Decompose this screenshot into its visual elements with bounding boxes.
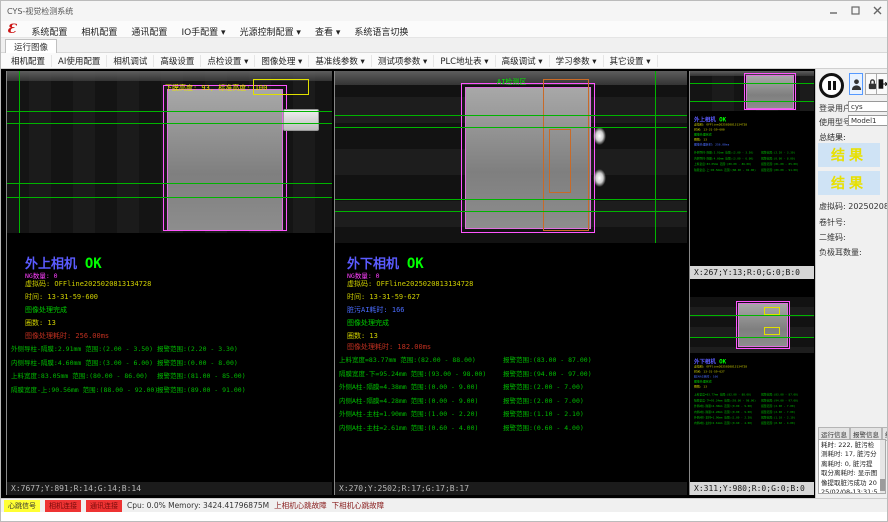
needle-number-field: 卷针号: — [819, 217, 846, 228]
toolbar-item[interactable]: 高级调试 ▾ — [496, 55, 550, 67]
result-block-upper: 结果 — [818, 143, 880, 167]
measurement-row: 隔膜宽度-上:90.56mm 范围:(88.00 - 92.00) 报警范围:(… — [7, 384, 332, 398]
pause-button[interactable] — [819, 73, 844, 98]
toolbar-item[interactable]: 高级设置 — [154, 55, 201, 67]
main-area: 下膜高度: 93, 标准高度: 100 外上相机 OK NG数量: 0 虚拟码:… — [1, 69, 815, 498]
menu-item[interactable]: 通讯配置 — [124, 28, 174, 38]
result-block-lower: 结果 — [818, 171, 880, 195]
measurement-row: 内侧导柱-隔膜:4.60mm 范围:(3.00 - 6.00) 报警范围:(0.… — [7, 357, 332, 371]
lower-camera-status: 下相机心跳故障 — [332, 500, 385, 511]
loop-count: 圈数: 13 — [347, 331, 378, 341]
ai-zone-label: AI检测区 — [497, 77, 526, 87]
capture-time: 时间: 13-31-59-627 — [347, 292, 420, 302]
toolbar-item[interactable]: 相机调试 — [107, 55, 154, 67]
menu-item[interactable]: 系统语言切换 — [347, 28, 415, 38]
process-done: 图像处理完成 — [347, 318, 389, 328]
user-button[interactable] — [849, 73, 863, 95]
measurement-row: 外侧A柱-隔膜=4.38mm 范围:(0.00 - 9.00) 报警范围:(2.… — [335, 381, 687, 395]
qr-code-field: 二维码: — [819, 232, 846, 243]
tab-strip: 运行图像 — [1, 38, 888, 53]
comm-connect-badge: 通讯连接 — [86, 500, 122, 512]
model-value[interactable]: Model1 — [848, 115, 888, 126]
virtual-code: 虚拟码: OFFline2025020813134728 — [347, 279, 473, 289]
menu-item[interactable]: 光源控制配置 ▾ — [233, 28, 308, 38]
window-title: CYS-视觉检测系统 — [7, 6, 73, 17]
toolbar-item[interactable]: 学习参数 ▾ — [550, 55, 604, 67]
menu-item[interactable]: 查看 ▾ — [308, 28, 347, 38]
tab-run-image[interactable]: 运行图像 — [5, 39, 57, 53]
pixel-readout-upper: X:7677;Y:891;R:14;G:14;B:14 — [7, 482, 332, 495]
measurement-row: 外侧A柱-主柱=1.90mm 范围:(1.00 - 2.20) 报警范围:(1.… — [335, 408, 687, 422]
close-icon[interactable] — [869, 4, 885, 17]
measurement-row: 外侧导柱-隔膜:2.91mm 范围:(2.00 - 3.50) 报警范围:(2.… — [7, 343, 332, 357]
log-scrollbar[interactable] — [880, 440, 885, 493]
pixel-readout-thumb-lower: X:311;Y:980;R:0;G:0;B:0 — [690, 482, 814, 495]
menu-item[interactable]: 系统配置 — [24, 28, 74, 38]
exit-button[interactable] — [876, 73, 888, 95]
pixel-readout-lower: X:270;Y:2502;R:17;G:17;B:17 — [335, 482, 687, 495]
menu-bar: Ɛ 系统配置相机配置通讯配置IO手配置 ▾光源控制配置 ▾查看 ▾系统语言切换 — [1, 21, 888, 38]
process-done: 图像处理完成 — [25, 305, 67, 315]
pixel-readout-thumb-upper: X:267;Y:13;R:0;G:0;B:0 — [690, 266, 814, 279]
height-annotation: 下膜高度: 93, 标准高度: 100 — [165, 83, 267, 93]
toolbar-item[interactable]: AI使用配置 — [52, 55, 107, 67]
camera-image-upper[interactable]: 下膜高度: 93, 标准高度: 100 — [7, 71, 332, 233]
thumbnail-lower[interactable]: 外下相机 OK 虚拟码: OFFline2025020813134728 时间:… — [690, 297, 814, 495]
camera-view-lower[interactable]: AI检测区 外下相机 OK NG数量: 0 虚拟码: OFFline202502… — [334, 71, 687, 495]
log-box[interactable]: 耗时: 222, 脏污检测耗时: 17, 脏污分离耗时: 0, 脏污提取分离耗时… — [818, 439, 886, 494]
toolbar: 相机配置AI使用配置相机调试高级设置点检设置 ▾图像处理 ▾基准线参数 ▾测试项… — [1, 53, 888, 69]
cpu-memory-readout: Cpu: 0.0% Memory: 3424.41796875M — [127, 501, 269, 510]
camera-connect-badge: 相机连接 — [45, 500, 81, 512]
virtual-code-field: 虚拟码: 20250208 — [819, 201, 888, 212]
process-elapsed: 图像处理耗时: 182.00ms — [347, 342, 431, 352]
toolbar-item[interactable]: 测试项参数 ▾ — [372, 55, 434, 67]
minimize-icon[interactable] — [825, 4, 841, 17]
process-elapsed: 图像处理耗时: 256.00ms — [25, 331, 109, 341]
menu-item[interactable]: 相机配置 — [74, 28, 124, 38]
upper-camera-status: 上相机心跳故障 — [274, 500, 327, 511]
right-sidebar: 登录用户: cys 使用型号: Model1 总结果: 结果 结果 虚拟码: 2… — [815, 69, 888, 498]
app-window: CYS-视觉检测系统 Ɛ 系统配置相机配置通讯配置IO手配置 ▾光源控制配置 ▾… — [0, 0, 888, 522]
capture-time: 时间: 13-31-59-600 — [25, 292, 98, 302]
toolbar-item[interactable]: 基准线参数 ▾ — [309, 55, 371, 67]
exit-door-icon — [877, 78, 888, 90]
toolbar-item[interactable]: 其它设置 ▾ — [604, 55, 658, 67]
thumbnail-column: 外上相机 OK 虚拟码: OFFline2025020813134728 时间:… — [689, 71, 813, 495]
total-result-label: 总结果: — [819, 132, 846, 143]
menu-item[interactable]: IO手配置 ▾ — [174, 28, 232, 38]
toolbar-item[interactable]: 点检设置 ▾ — [201, 55, 255, 67]
login-user-value[interactable]: cys — [848, 101, 888, 112]
measurement-row: 内侧A柱-主柱=2.61mm 范围:(0.60 - 4.00) 报警范围:(0.… — [335, 422, 687, 436]
heartbeat-badge: 心跳信号 — [4, 500, 40, 512]
log-text: 耗时: 222, 脏污检测耗时: 17, 脏污分离耗时: 0, 脏污提取分离耗时… — [821, 441, 878, 494]
camera-image-lower[interactable]: AI检测区 — [335, 71, 687, 243]
ai-elapsed: 脏污AI耗时: 166 — [347, 305, 405, 315]
measurement-row: 隔膜宽度-下=95.24mm 范围:(93.00 - 98.00) 报警范围:(… — [335, 368, 687, 382]
title-bar: CYS-视觉检测系统 — [1, 1, 888, 21]
loop-count: 圈数: 13 — [25, 318, 56, 328]
user-icon — [851, 78, 862, 91]
toolbar-item[interactable]: PLC地址表 ▾ — [434, 55, 495, 67]
measurement-row: 上料宽度=83.77mm 范围:(82.00 - 88.00) 报警范围:(83… — [335, 354, 687, 368]
app-logo-icon: Ɛ — [7, 22, 16, 37]
status-bar: 心跳信号 相机连接 通讯连接 Cpu: 0.0% Memory: 3424.41… — [1, 498, 888, 512]
virtual-code: 虚拟码: OFFline2025020813134728 — [25, 279, 151, 289]
toolbar-item[interactable]: 相机配置 — [5, 55, 52, 67]
maximize-icon[interactable] — [847, 4, 863, 17]
camera-view-upper[interactable]: 下膜高度: 93, 标准高度: 100 外上相机 OK NG数量: 0 虚拟码:… — [6, 71, 332, 495]
measurement-row: 上料宽度:83.05mm 范围:(80.00 - 86.00) 报警范围:(81… — [7, 370, 332, 384]
thumbnail-upper[interactable]: 外上相机 OK 虚拟码: OFFline2025020813134728 时间:… — [690, 71, 814, 279]
toolbar-item[interactable]: 图像处理 ▾ — [255, 55, 309, 67]
measurement-row: 内侧A柱-隔膜=4.28mm 范围:(0.00 - 9.00) 报警范围:(2.… — [335, 395, 687, 409]
tab-count-field: 负极耳数量: — [819, 247, 862, 258]
